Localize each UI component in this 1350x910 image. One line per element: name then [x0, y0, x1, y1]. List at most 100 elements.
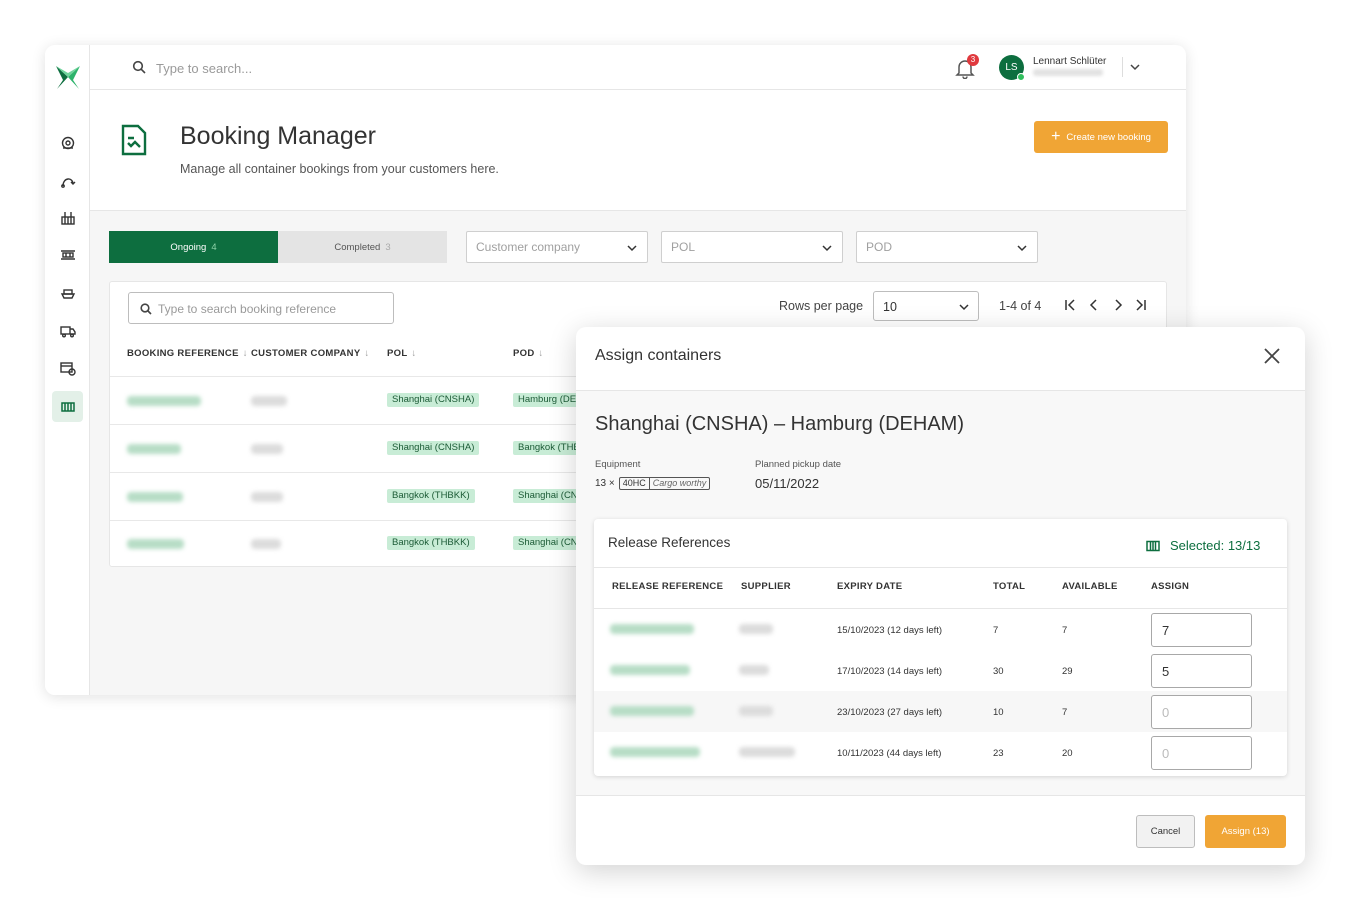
- logo-icon[interactable]: [54, 63, 82, 91]
- release-reference-blurred: [610, 665, 690, 675]
- user-company-blurred: [1033, 69, 1103, 76]
- customer-company-blurred: [251, 444, 283, 454]
- nav-billing-icon[interactable]: [52, 352, 83, 383]
- column-assign: ASSIGN: [1151, 581, 1190, 592]
- equipment-badge: 40HC Cargo worthy: [618, 477, 711, 490]
- release-references-title: Release References: [608, 535, 731, 550]
- cancel-button[interactable]: Cancel: [1136, 815, 1195, 848]
- nav-truck-icon[interactable]: [52, 315, 83, 346]
- pod-tag: Shanghai (CN: [513, 536, 583, 550]
- sort-arrow-icon: ↓: [411, 348, 417, 359]
- customer-company-blurred: [251, 396, 287, 406]
- column-booking-reference[interactable]: BOOKING REFERENCE ↓: [127, 348, 248, 359]
- page-header: Booking Manager Manage all container boo…: [90, 90, 1186, 211]
- booking-reference-blurred[interactable]: [127, 444, 181, 454]
- booking-reference-search[interactable]: [128, 292, 394, 324]
- tab-completed-count: 3: [385, 241, 391, 253]
- search-icon: [140, 303, 152, 315]
- pol-tag: Shanghai (CNSHA): [387, 393, 480, 407]
- selected-count: Selected: 13/13: [1146, 538, 1260, 553]
- sort-arrow-icon: ↓: [538, 348, 544, 359]
- user-name: Lennart Schlüter: [1033, 56, 1107, 67]
- table-row: 15/10/2023 (12 days left) 7 7: [594, 609, 1287, 650]
- dialog-body: Shanghai (CNSHA) – Hamburg (DEHAM) Equip…: [576, 391, 1305, 796]
- panel-divider: [594, 567, 1287, 568]
- create-booking-button[interactable]: + Create new booking: [1034, 121, 1168, 153]
- pol-select[interactable]: POL: [661, 231, 843, 263]
- table-row: 23/10/2023 (27 days left) 10 7: [594, 691, 1287, 732]
- column-supplier: SUPPLIER: [741, 581, 791, 592]
- tab-completed[interactable]: Completed 3: [278, 231, 447, 263]
- chevron-down-icon: [959, 304, 969, 311]
- customer-company-blurred: [251, 492, 283, 502]
- sidebar: [45, 45, 90, 695]
- rows-per-page-select[interactable]: 10: [873, 291, 979, 321]
- nav-vessel-icon[interactable]: [52, 277, 83, 308]
- equipment-label: Equipment: [595, 459, 641, 470]
- dialog-header: Assign containers: [576, 327, 1305, 391]
- assign-containers-dialog: Assign containers Shanghai (CNSHA) – Ham…: [576, 327, 1305, 865]
- release-reference-blurred: [610, 624, 694, 634]
- notification-badge: 3: [967, 54, 979, 66]
- rows-per-page-value: 10: [883, 300, 897, 314]
- column-pod[interactable]: POD ↓: [513, 348, 544, 359]
- column-label: BOOKING REFERENCE: [127, 348, 239, 359]
- pod-tag: Bangkok (THE: [513, 441, 585, 455]
- first-page-icon[interactable]: [1062, 297, 1078, 313]
- available: 7: [1062, 707, 1068, 718]
- available: 29: [1062, 666, 1073, 677]
- prev-page-icon[interactable]: [1086, 297, 1102, 313]
- last-page-icon[interactable]: [1133, 297, 1149, 313]
- route-title: Shanghai (CNSHA) – Hamburg (DEHAM): [595, 413, 965, 435]
- plus-icon: +: [1051, 128, 1061, 145]
- search-icon: [132, 60, 146, 74]
- nav-port-icon[interactable]: [52, 202, 83, 233]
- tab-ongoing-count: 4: [211, 241, 217, 253]
- selected-count-label: Selected: 13/13: [1170, 538, 1261, 553]
- column-expiry-date: EXPIRY DATE: [837, 581, 903, 592]
- column-customer-company[interactable]: CUSTOMER COMPANY ↓: [251, 348, 370, 359]
- tab-ongoing[interactable]: Ongoing 4: [109, 231, 278, 263]
- customer-company-blurred: [251, 539, 281, 549]
- available: 20: [1062, 748, 1073, 759]
- assign-button[interactable]: Assign (13): [1205, 815, 1286, 848]
- booking-reference-blurred[interactable]: [127, 539, 184, 549]
- column-pol[interactable]: POL ↓: [387, 348, 417, 359]
- total: 10: [993, 707, 1004, 718]
- release-references-panel: Release References Selected: 13/13 RELEA…: [594, 519, 1287, 776]
- column-label: POL: [387, 348, 408, 359]
- container-icon: [1146, 540, 1160, 551]
- nav-depot-icon[interactable]: [52, 239, 83, 270]
- booking-reference-blurred[interactable]: [127, 492, 183, 502]
- equipment-quantity: 13 ×: [595, 478, 615, 489]
- chevron-down-icon: [822, 245, 832, 252]
- pod-placeholder: POD: [866, 240, 893, 254]
- chevron-down-icon[interactable]: [1128, 60, 1142, 74]
- customer-company-select[interactable]: Customer company: [466, 231, 648, 263]
- status-tabs: Ongoing 4 Completed 3: [109, 231, 447, 263]
- nav-route-icon[interactable]: [52, 165, 83, 196]
- expiry-date: 23/10/2023 (27 days left): [837, 707, 943, 718]
- equipment-condition: Cargo worthy: [648, 478, 706, 489]
- assign-quantity-input[interactable]: [1151, 613, 1252, 647]
- pod-select[interactable]: POD: [856, 231, 1038, 263]
- assign-quantity-input[interactable]: [1151, 736, 1252, 770]
- tab-ongoing-label: Ongoing: [170, 241, 207, 253]
- nav-tracking-icon[interactable]: [52, 127, 83, 158]
- booking-reference-blurred[interactable]: [127, 396, 201, 406]
- pod-tag: Shanghai (CN: [513, 489, 583, 503]
- supplier-blurred: [739, 624, 773, 634]
- nav-containers-icon[interactable]: [52, 391, 83, 422]
- equipment-value: 13 × 40HC Cargo worthy: [595, 477, 711, 490]
- next-page-icon[interactable]: [1110, 297, 1126, 313]
- assign-quantity-input[interactable]: [1151, 695, 1252, 729]
- column-release-reference: RELEASE REFERENCE: [612, 581, 724, 592]
- page-title: Booking Manager: [180, 122, 376, 150]
- pickup-date-value: 05/11/2022: [755, 476, 820, 491]
- global-search-input[interactable]: [156, 57, 456, 79]
- booking-reference-input[interactable]: [158, 300, 383, 318]
- pol-placeholder: POL: [671, 240, 696, 254]
- close-icon[interactable]: [1263, 347, 1281, 365]
- assign-quantity-input[interactable]: [1151, 654, 1252, 688]
- equipment-type: 40HC: [622, 478, 646, 488]
